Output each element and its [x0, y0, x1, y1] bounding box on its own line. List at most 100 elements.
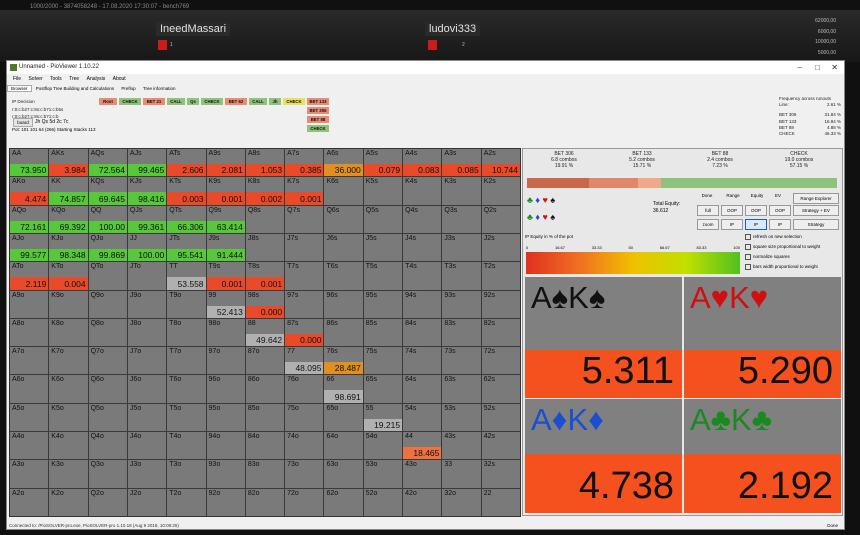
hand-cell[interactable]: J6s: [324, 233, 363, 262]
hand-cell[interactable]: Q8o: [88, 318, 127, 347]
action-node[interactable]: Root: [99, 98, 117, 105]
heart-icon[interactable]: ♥: [543, 212, 548, 222]
menu-file[interactable]: File: [13, 76, 21, 82]
hand-cell[interactable]: J9s 91.444: [206, 233, 245, 262]
hand-cell[interactable]: 84o: [245, 432, 285, 460]
hand-cell[interactable]: A6s 36.000: [324, 149, 363, 177]
hand-cell[interactable]: T2s: [481, 262, 520, 290]
hand-cell[interactable]: Q4s: [403, 205, 442, 233]
hand-cell[interactable]: A4o: [10, 432, 49, 460]
hand-cell[interactable]: Q5s: [363, 205, 403, 233]
tab-preflop[interactable]: Preflop: [118, 86, 138, 91]
hand-cell[interactable]: T6s: [324, 262, 363, 290]
menu-tools[interactable]: Tools: [50, 76, 62, 82]
hand-cell[interactable]: ATo 2.119: [10, 262, 49, 290]
hand-cell[interactable]: J3o: [127, 460, 167, 488]
club-icon[interactable]: ♣: [527, 212, 533, 222]
hand-cell[interactable]: AQo 72.161: [10, 205, 49, 233]
hand-cell[interactable]: 97s: [285, 290, 324, 318]
action-summary-bet306[interactable]: BET 306 6.8 combos 19.91 %: [527, 151, 601, 176]
hand-cell[interactable]: K8o: [49, 318, 88, 347]
menu-solver[interactable]: Solver: [28, 76, 42, 82]
hand-cell[interactable]: KTo 0.004: [49, 262, 88, 290]
hand-cell[interactable]: K7s 0.001: [285, 177, 324, 205]
hand-cell[interactable]: T8o: [167, 318, 206, 347]
hand-cell[interactable]: 74s: [403, 347, 442, 375]
hand-cell[interactable]: AJo 99.577: [10, 233, 49, 262]
hand-cell[interactable]: 53s: [442, 403, 481, 432]
hand-cell[interactable]: ATs 2.606: [167, 149, 206, 177]
strategy-ev-button[interactable]: Strategy + EV: [793, 205, 839, 216]
hand-cell[interactable]: T5o: [167, 403, 206, 432]
hand-cell[interactable]: 73s: [442, 347, 481, 375]
hand-cell[interactable]: A5o: [10, 403, 49, 432]
hand-cell[interactable]: 82s: [481, 318, 520, 347]
hand-cell[interactable]: J6o: [127, 375, 167, 403]
diamond-icon[interactable]: ♦: [535, 195, 540, 205]
hand-cell[interactable]: 65o: [324, 403, 363, 432]
checkbox-icon[interactable]: [745, 253, 751, 260]
hand-cell[interactable]: A8o: [10, 318, 49, 347]
hand-cell[interactable]: KQo 69.392: [49, 205, 88, 233]
hand-cell[interactable]: 32o: [442, 488, 481, 516]
hand-cell[interactable]: A2s 10.744: [481, 149, 520, 177]
hand-cell[interactable]: Q9o: [88, 290, 127, 318]
menu-tree[interactable]: Tree: [69, 76, 79, 82]
hand-cell[interactable]: J8o: [127, 318, 167, 347]
hand-cell[interactable]: 52s: [481, 403, 520, 432]
hand-cell[interactable]: 63s: [442, 375, 481, 403]
hand-cell[interactable]: T4o: [167, 432, 206, 460]
hand-cell[interactable]: KJo 98.348: [49, 233, 88, 262]
hand-cell[interactable]: 76s 28.487: [324, 347, 363, 375]
hand-cell[interactable]: Q9s 63.414: [206, 205, 245, 233]
hand-cell[interactable]: T5s: [363, 262, 403, 290]
hand-cell[interactable]: K5o: [49, 403, 88, 432]
checkbox-square-size[interactable]: square size proportional to weight: [745, 243, 820, 251]
hand-cell[interactable]: 63o: [324, 460, 363, 488]
hand-cell[interactable]: 92o: [206, 488, 245, 516]
hand-cell[interactable]: 54s: [403, 403, 442, 432]
hand-cell[interactable]: Q2o: [88, 488, 127, 516]
hand-cell[interactable]: K5s: [363, 177, 403, 205]
hand-cell[interactable]: 53o: [363, 460, 403, 488]
hand-cell[interactable]: 52o: [363, 488, 403, 516]
action-summary-bet88[interactable]: BET 88 2.4 combos 7.23 %: [683, 151, 757, 176]
hand-cell[interactable]: KK 74.857: [49, 177, 88, 205]
action-summary-check[interactable]: CHECK 19.0 combos 57.15 %: [761, 151, 837, 176]
hand-cell[interactable]: QTo: [88, 262, 127, 290]
ip-ev-button[interactable]: IP: [769, 219, 791, 230]
hand-cell[interactable]: 95o: [206, 403, 245, 432]
hand-cell[interactable]: K6o: [49, 375, 88, 403]
hand-cell[interactable]: 72s: [481, 347, 520, 375]
hand-cell[interactable]: 73o: [285, 460, 324, 488]
hand-cell[interactable]: JTs 95.541: [167, 233, 206, 262]
hand-cell[interactable]: A2o: [10, 488, 49, 516]
hand-cell[interactable]: 32s: [481, 460, 520, 488]
hand-card-4[interactable]: A♣K♣ 2.192: [684, 399, 841, 513]
hand-cell[interactable]: JTo: [127, 262, 167, 290]
diamond-icon[interactable]: ♦: [535, 212, 540, 222]
hand-cell[interactable]: AA 73.950: [10, 149, 49, 177]
oop-equity-button[interactable]: OOP: [745, 205, 767, 216]
hand-cell[interactable]: QQ 100.00: [88, 205, 127, 233]
hand-card-2[interactable]: A♥K♥ 5.290: [684, 277, 841, 398]
oop-ev-button[interactable]: OOP: [769, 205, 791, 216]
hand-cell[interactable]: 43s: [442, 432, 481, 460]
hand-cell[interactable]: 33: [442, 460, 481, 488]
hand-cell[interactable]: J2s: [481, 233, 520, 262]
hand-cell[interactable]: 75o: [285, 403, 324, 432]
hand-cell[interactable]: T2o: [167, 488, 206, 516]
hand-cell[interactable]: 54o: [363, 432, 403, 460]
hand-cell[interactable]: J3s: [442, 233, 481, 262]
ip-equity-button[interactable]: IP: [745, 219, 767, 230]
hand-cell[interactable]: A6o: [10, 375, 49, 403]
hand-cell[interactable]: T6o: [167, 375, 206, 403]
hand-cell[interactable]: J4s: [403, 233, 442, 262]
hand-cell[interactable]: 84s: [403, 318, 442, 347]
range-explorer-button[interactable]: Range Explorer: [793, 193, 839, 204]
checkbox-icon[interactable]: [745, 233, 751, 240]
checkbox-normalize[interactable]: normalize squares: [745, 253, 790, 261]
hand-cell[interactable]: Q7o: [88, 347, 127, 375]
hand-cell[interactable]: 92s: [481, 290, 520, 318]
hand-cell[interactable]: J7o: [127, 347, 167, 375]
